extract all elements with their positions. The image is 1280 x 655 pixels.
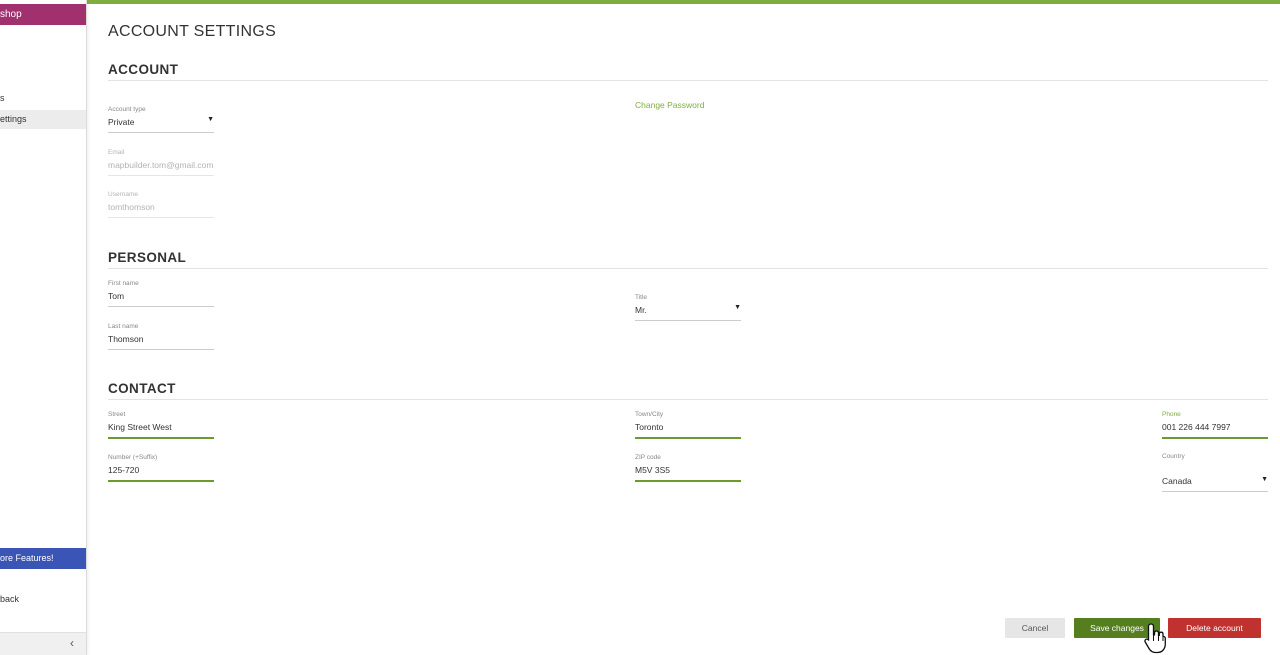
sidebar-item[interactable]: s [0, 89, 86, 108]
account-type-select[interactable]: Account type Private ▼ [108, 105, 214, 133]
main-content: ACCOUNT SETTINGS ACCOUNT Account type Pr… [88, 4, 1280, 655]
phone-field[interactable]: Phone 001 226 444 7997 [1162, 410, 1268, 439]
zip-code-field[interactable]: ZIP code M5V 3S5 [635, 453, 741, 482]
delete-account-button[interactable]: Delete account [1168, 618, 1261, 638]
field-label: Phone [1162, 411, 1181, 418]
field-value: 125-720 [108, 465, 140, 475]
section-divider [108, 268, 1268, 269]
field-value: Private [108, 117, 135, 127]
field-value: tomthomson [108, 202, 155, 212]
field-label: Title [635, 294, 648, 301]
sidebar: shop s ettings ore Features! back ‹ [0, 0, 87, 655]
field-label: ZIP code [635, 454, 661, 461]
hand-cursor-icon [1144, 623, 1166, 654]
sidebar-item-label: ettings [0, 114, 27, 124]
field-value: Toronto [635, 422, 664, 432]
sidebar-item-settings[interactable]: ettings [0, 110, 86, 129]
page-title: ACCOUNT SETTINGS [108, 23, 277, 40]
title-select[interactable]: Title Mr. ▼ [635, 293, 741, 321]
section-title-personal: PERSONAL [108, 250, 187, 265]
field-label: Number (+Suffix) [108, 454, 158, 461]
sidebar-collapse-button[interactable]: ‹ [0, 632, 86, 655]
field-label: Town/City [635, 411, 664, 418]
field-label: Last name [108, 323, 139, 330]
field-label: Username [108, 191, 138, 198]
field-value: Thomson [108, 334, 144, 344]
number-field[interactable]: Number (+Suffix) 125-720 [108, 453, 214, 482]
first-name-field[interactable]: First name Tom [108, 279, 214, 307]
field-value: Tom [108, 291, 125, 301]
last-name-field[interactable]: Last name Thomson [108, 322, 214, 350]
sidebar-brand[interactable]: shop [0, 4, 86, 25]
feedback-link[interactable]: back [0, 594, 19, 604]
field-value: Mr. [635, 305, 647, 315]
field-label: Country [1162, 453, 1185, 460]
field-label: First name [108, 280, 139, 287]
cancel-button[interactable]: Cancel [1005, 618, 1065, 638]
street-field[interactable]: Street King Street West [108, 410, 214, 439]
country-select[interactable]: Country Canada ▼ [1162, 452, 1268, 492]
field-value: King Street West [108, 422, 172, 432]
town-city-field[interactable]: Town/City Toronto [635, 410, 741, 439]
field-value: mapbuilder.tom@gmail.com [108, 160, 214, 170]
section-divider [108, 399, 1268, 400]
section-title-account: ACCOUNT [108, 62, 179, 77]
field-value: 001 226 444 7997 [1162, 422, 1231, 432]
section-title-contact: CONTACT [108, 381, 176, 396]
caret-down-icon: ▼ [1261, 476, 1268, 483]
username-field: Username tomthomson [108, 190, 214, 218]
field-value: Canada [1162, 476, 1192, 486]
field-value: M5V 3S5 [635, 465, 670, 475]
email-field: Email mapbuilder.tom@gmail.com [108, 148, 214, 176]
chevron-left-icon: ‹ [70, 636, 74, 650]
change-password-link[interactable]: Change Password [635, 100, 704, 110]
caret-down-icon: ▼ [207, 116, 214, 123]
field-label: Street [108, 411, 126, 418]
section-divider [108, 80, 1268, 81]
more-features-button[interactable]: ore Features! [0, 548, 86, 569]
field-label: Account type [108, 106, 146, 113]
sidebar-item-label: s [0, 93, 5, 103]
caret-down-icon: ▼ [734, 304, 741, 311]
field-label: Email [108, 149, 125, 156]
